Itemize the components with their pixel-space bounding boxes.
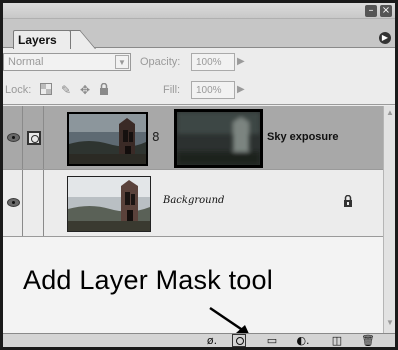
visibility-cell[interactable] <box>3 106 23 169</box>
chain-link-icon[interactable]: 8 <box>152 130 160 144</box>
panel-menu-icon[interactable]: ▶ <box>379 32 391 44</box>
scroll-down-icon[interactable]: ▼ <box>385 318 395 327</box>
minimize-icon[interactable]: – <box>365 5 377 17</box>
layer-thumbnail[interactable] <box>67 176 151 232</box>
visibility-cell[interactable] <box>3 170 23 236</box>
lock-position-icon[interactable]: ✥ <box>78 83 92 97</box>
lock-all-icon[interactable] <box>97 82 111 97</box>
fill-label: Fill: <box>163 84 181 96</box>
link-cell[interactable] <box>24 170 44 236</box>
opacity-label: Opacity: <box>140 56 181 68</box>
layer-list: 8 Sky exposure Background <box>3 106 383 333</box>
blend-row: Normal ▼ Opacity: 100% ▶ <box>3 49 395 75</box>
layer-name-background[interactable]: Background <box>163 195 224 206</box>
blend-mode-select[interactable]: Normal <box>3 53 131 71</box>
opacity-slider-arrow-icon[interactable]: ▶ <box>237 56 245 67</box>
mask-photo-thumbnail <box>177 112 260 165</box>
layer-row-background[interactable]: Background <box>3 170 383 237</box>
scroll-up-icon[interactable]: ▲ <box>385 108 395 117</box>
fill-slider-arrow-icon[interactable]: ▶ <box>237 84 245 95</box>
layer-style-icon[interactable]: ø. <box>205 334 219 347</box>
layer-name-sky-exposure[interactable]: Sky exposure <box>267 131 339 143</box>
adjustment-layer-icon[interactable]: ◐. <box>296 334 310 347</box>
eye-icon[interactable] <box>7 133 20 142</box>
layers-panel: – × Layers ▶ Normal ▼ Opacity: 100% ▶ Lo… <box>0 0 398 350</box>
tab-row: Layers ▶ <box>3 19 395 49</box>
fill-field[interactable]: 100% <box>191 81 235 99</box>
mask-mode-cell[interactable] <box>24 106 44 169</box>
chevron-down-icon[interactable]: ▼ <box>115 55 129 69</box>
ruin-photo-thumbnail <box>68 177 150 231</box>
close-icon[interactable]: × <box>380 5 392 17</box>
lock-row: Lock: ✎ ✥ Fill: 100% ▶ <box>3 75 395 105</box>
lock-transparent-icon[interactable] <box>39 83 53 97</box>
layer-mask-thumbnail[interactable] <box>174 109 263 168</box>
annotation-label: Add Layer Mask tool <box>23 265 273 295</box>
add-layer-mask-icon[interactable] <box>232 334 246 347</box>
lock-label: Lock: <box>5 84 32 96</box>
layer-list-scrollbar[interactable]: ▲ ▼ <box>383 106 395 333</box>
new-group-icon[interactable]: ▭ <box>265 334 279 347</box>
panel-title-bar[interactable]: – × <box>3 3 395 19</box>
eye-icon[interactable] <box>7 198 20 207</box>
layers-toolbar: ø. ▭ ◐. ◫ 🗑 <box>3 333 395 347</box>
new-layer-icon[interactable]: ◫ <box>330 334 344 347</box>
layer-row-sky-exposure[interactable]: 8 Sky exposure <box>3 106 383 170</box>
opacity-field[interactable]: 100% <box>191 53 235 71</box>
tab-layers[interactable]: Layers <box>13 30 71 49</box>
lock-icon <box>343 194 353 207</box>
ruin-photo-thumbnail <box>69 114 146 164</box>
lock-image-icon[interactable]: ✎ <box>59 83 73 97</box>
layer-thumbnail[interactable] <box>67 112 148 166</box>
delete-layer-icon[interactable]: 🗑 <box>361 334 375 347</box>
layer-mask-mode-icon <box>27 131 41 145</box>
